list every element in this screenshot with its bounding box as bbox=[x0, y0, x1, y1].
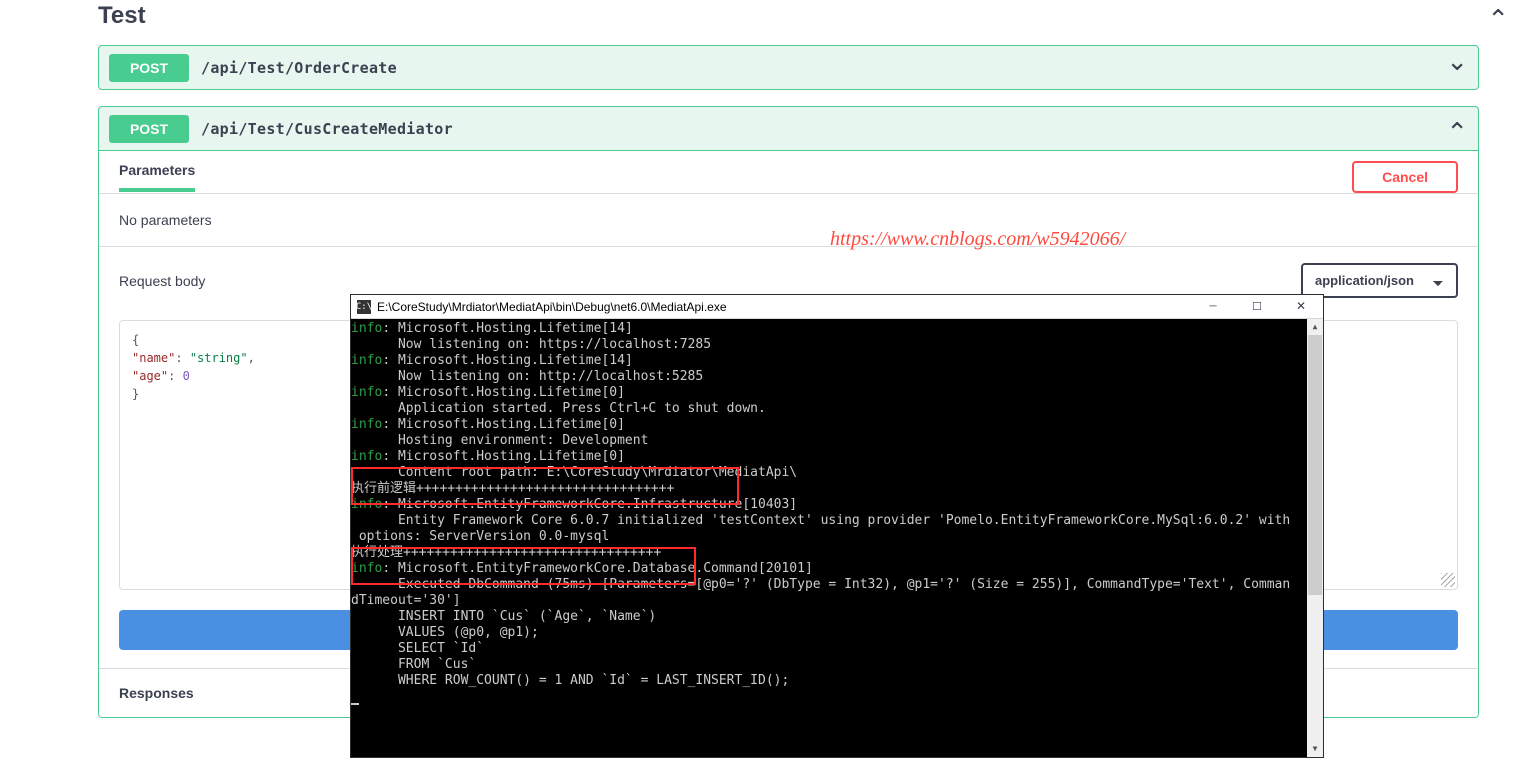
parameters-tab[interactable]: Parameters bbox=[119, 162, 195, 192]
highlight-box-1 bbox=[351, 467, 739, 505]
chevron-up-icon[interactable] bbox=[1487, 0, 1509, 31]
http-method-badge: POST bbox=[109, 54, 189, 82]
section-title[interactable]: Test bbox=[98, 2, 146, 30]
console-line: Hosting environment: Development bbox=[351, 433, 1321, 449]
console-line: info: Microsoft.Hosting.Lifetime[0] bbox=[351, 449, 1321, 465]
resize-handle-icon[interactable] bbox=[1441, 573, 1455, 587]
highlight-box-2 bbox=[351, 547, 696, 585]
window-title: E:\CoreStudy\Mrdiator\MediatApi\bin\Debu… bbox=[377, 300, 727, 314]
endpoint-row-1[interactable]: POST /api/Test/OrderCreate bbox=[98, 45, 1479, 90]
console-line: FROM `Cus` bbox=[351, 657, 1321, 673]
scroll-down-button[interactable]: ▼ bbox=[1307, 741, 1323, 757]
endpoint-path: /api/Test/OrderCreate bbox=[201, 59, 397, 77]
endpoint-summary[interactable]: POST /api/Test/CusCreateMediator bbox=[99, 107, 1478, 150]
command-prompt-icon: C:\ bbox=[357, 300, 371, 314]
console-line: options: ServerVersion 0.0-mysql bbox=[351, 529, 1321, 545]
endpoint-path: /api/Test/CusCreateMediator bbox=[201, 120, 453, 138]
scrollbar-track[interactable] bbox=[1307, 335, 1323, 741]
console-line: info: Microsoft.Hosting.Lifetime[0] bbox=[351, 417, 1321, 433]
console-line: Now listening on: https://localhost:7285 bbox=[351, 337, 1321, 353]
console-line: info: Microsoft.Hosting.Lifetime[14] bbox=[351, 353, 1321, 369]
cursor-icon bbox=[351, 703, 359, 705]
http-method-badge: POST bbox=[109, 115, 189, 143]
console-line: dTimeout='30'] bbox=[351, 593, 1321, 609]
close-button[interactable] bbox=[1279, 295, 1323, 318]
console-line: WHERE ROW_COUNT() = 1 AND `Id` = LAST_IN… bbox=[351, 673, 1321, 689]
console-line: SELECT `Id` bbox=[351, 641, 1321, 657]
request-body-label: Request body bbox=[119, 273, 205, 289]
window-titlebar[interactable]: C:\ E:\CoreStudy\Mrdiator\MediatApi\bin\… bbox=[351, 295, 1323, 319]
minimize-button[interactable] bbox=[1191, 295, 1235, 318]
console-line: Now listening on: http://localhost:5285 bbox=[351, 369, 1321, 385]
console-line: info: Microsoft.Hosting.Lifetime[14] bbox=[351, 321, 1321, 337]
console-line: Application started. Press Ctrl+C to shu… bbox=[351, 401, 1321, 417]
console-line: info: Microsoft.Hosting.Lifetime[0] bbox=[351, 385, 1321, 401]
maximize-button[interactable] bbox=[1235, 295, 1279, 318]
console-line: VALUES (@p0, @p1); bbox=[351, 625, 1321, 641]
console-output[interactable]: info: Microsoft.Hosting.Lifetime[14] Now… bbox=[351, 319, 1323, 757]
no-parameters-text: No parameters bbox=[99, 194, 1478, 247]
scrollbar-thumb[interactable] bbox=[1308, 335, 1322, 595]
console-window: C:\ E:\CoreStudy\Mrdiator\MediatApi\bin\… bbox=[350, 294, 1324, 758]
chevron-down-icon[interactable] bbox=[1446, 52, 1468, 83]
cancel-button[interactable]: Cancel bbox=[1352, 161, 1458, 193]
console-line: Entity Framework Core 6.0.7 initialized … bbox=[351, 513, 1321, 529]
chevron-up-icon[interactable] bbox=[1446, 113, 1468, 144]
console-line: INSERT INTO `Cus` (`Age`, `Name`) bbox=[351, 609, 1321, 625]
watermark-link[interactable]: https://www.cnblogs.com/w5942066/ bbox=[830, 228, 1125, 251]
content-type-select[interactable]: application/json bbox=[1301, 263, 1458, 298]
scrollbar[interactable]: ▲ ▼ bbox=[1307, 319, 1323, 757]
scroll-up-button[interactable]: ▲ bbox=[1307, 319, 1323, 335]
